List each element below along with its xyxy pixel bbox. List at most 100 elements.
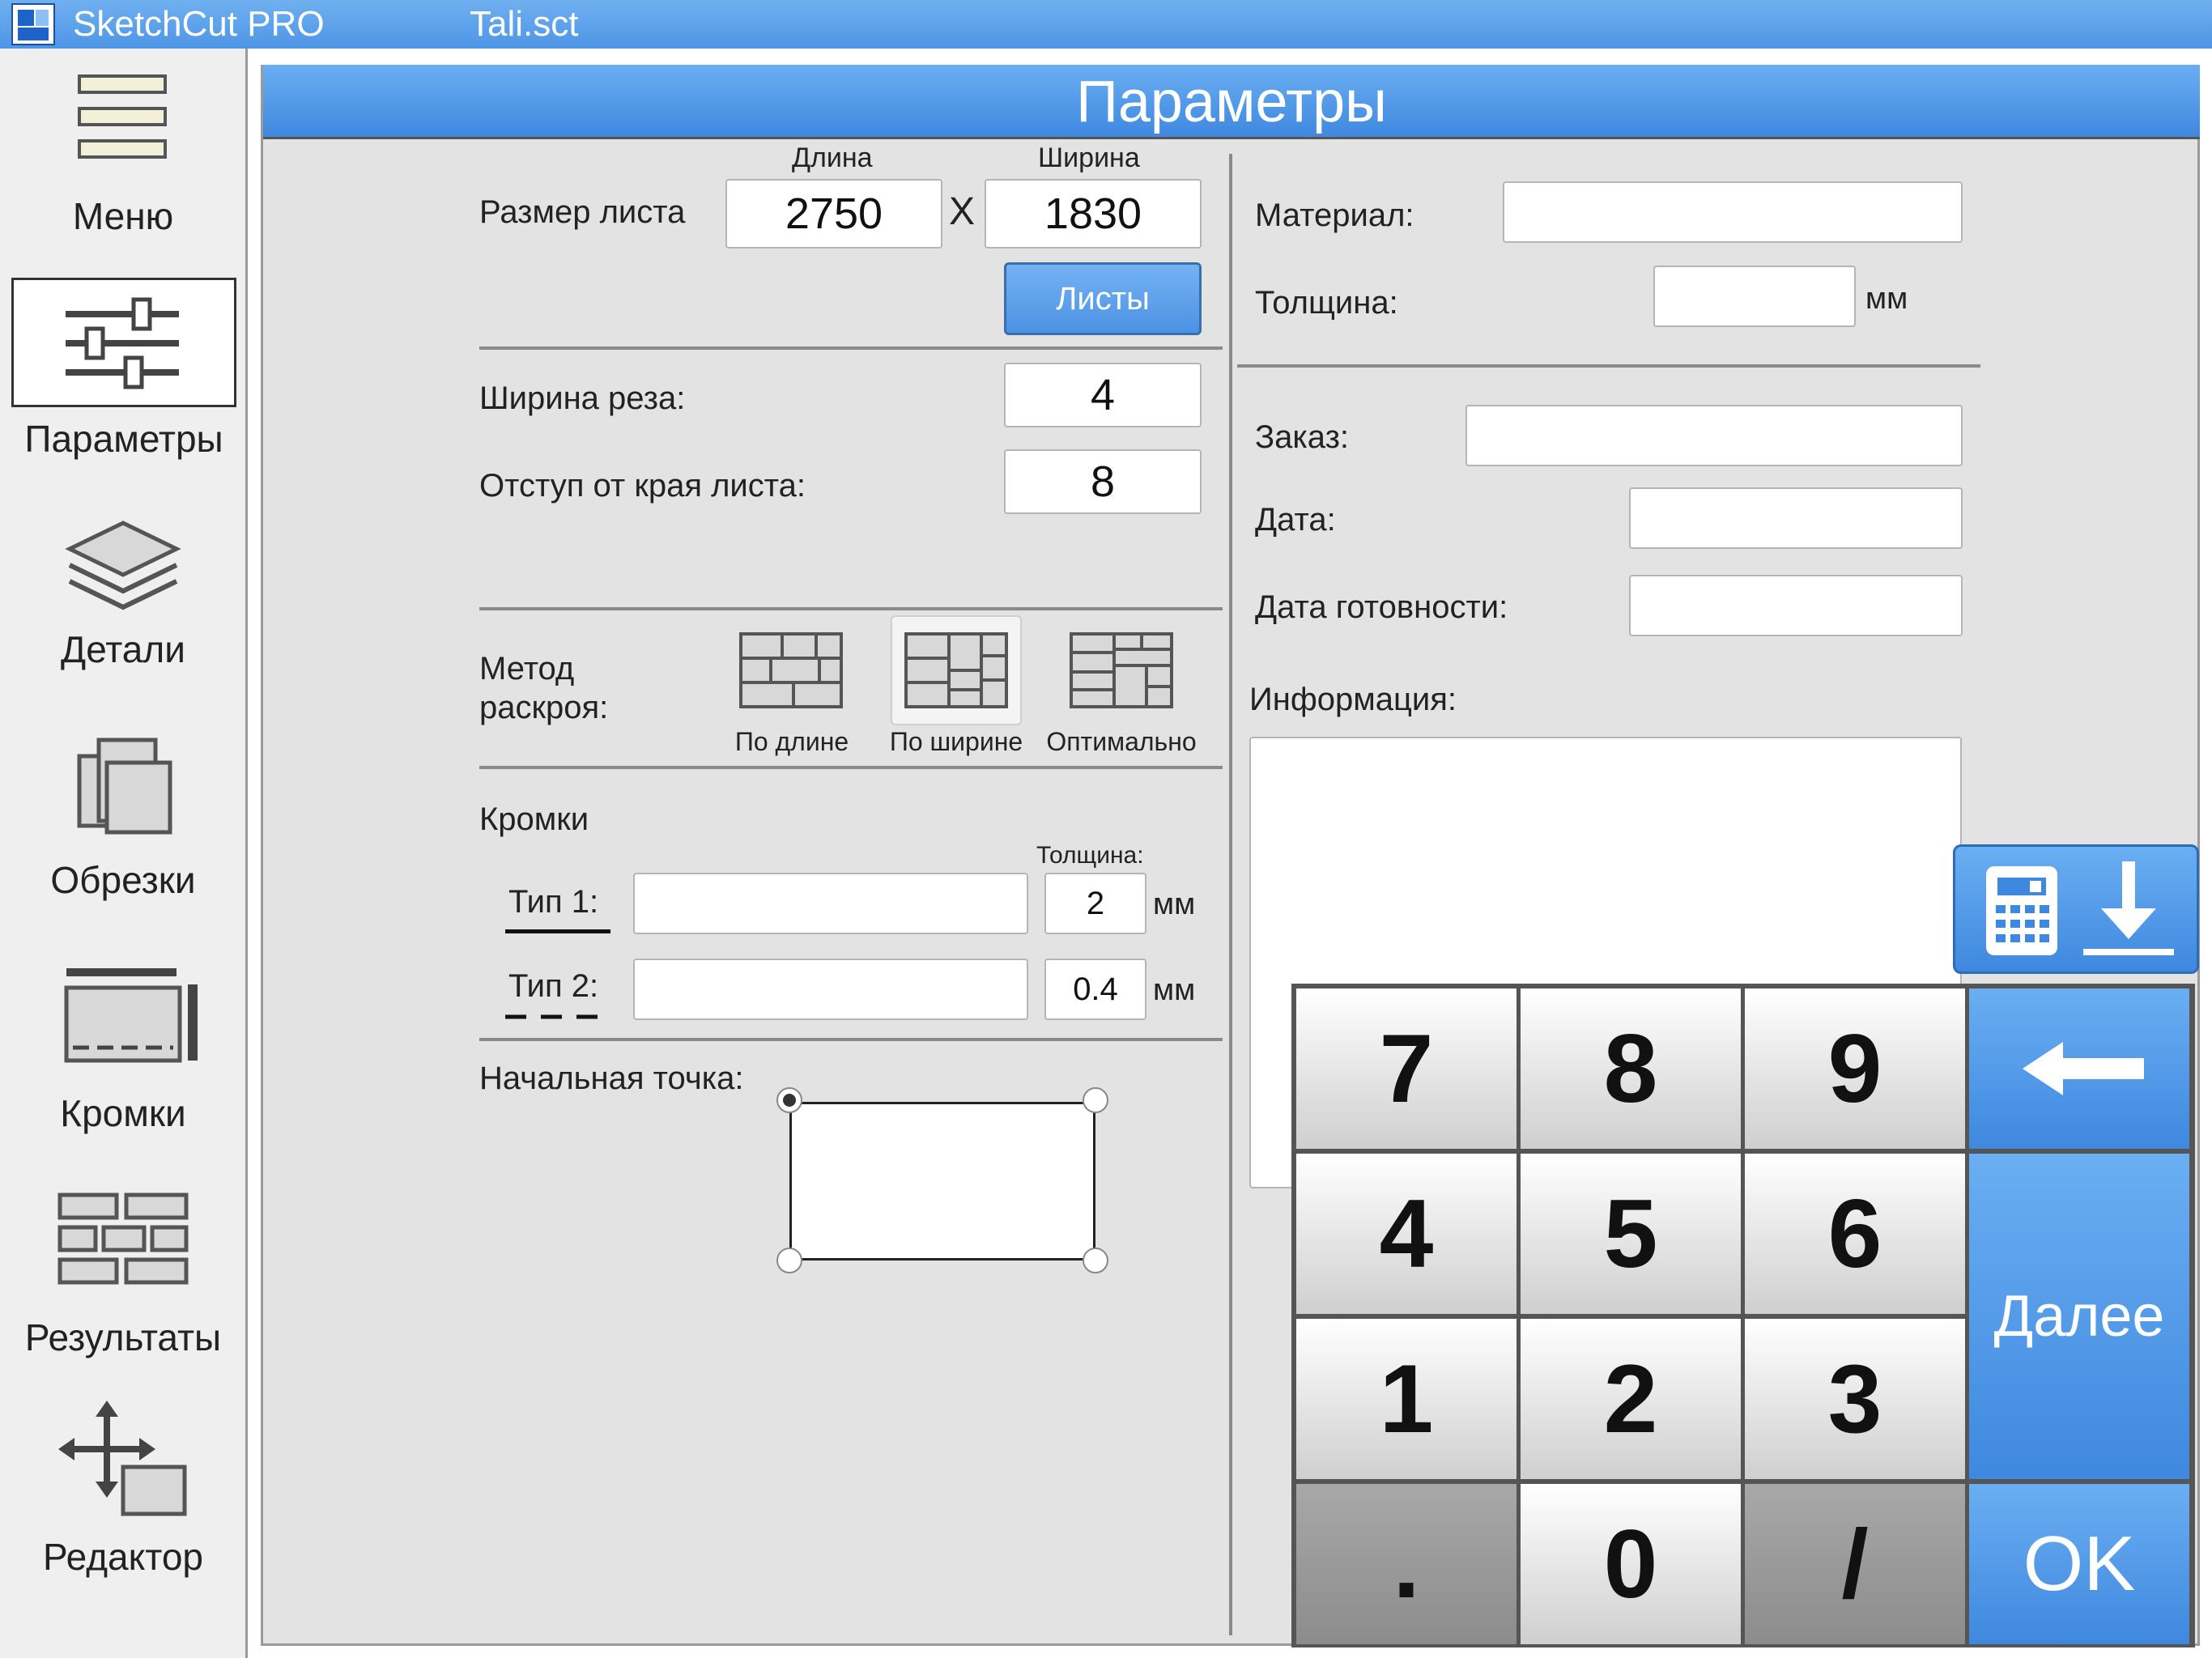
key-3[interactable]: 3 <box>1745 1319 1965 1479</box>
edge-type1-unit: мм <box>1153 887 1196 921</box>
arrow-left-icon <box>2023 1042 2144 1095</box>
material-thickness-label: Толщина: <box>1255 285 1398 321</box>
length-header: Длина <box>792 142 873 173</box>
kerf-input[interactable]: 4 <box>1004 363 1202 427</box>
edge-type2-input[interactable] <box>633 959 1028 1020</box>
cut-by-width-icon <box>904 632 1008 708</box>
edge-type2-dashed-line <box>505 1014 612 1019</box>
sidebar-item-edges[interactable]: Кромки <box>11 963 235 1182</box>
sidebar-item-label: Обрезки <box>50 859 196 901</box>
sidebar-item-label: Параметры <box>24 418 223 460</box>
key-5[interactable]: 5 <box>1521 1154 1741 1314</box>
edge-thickness-header: Толщина: <box>1036 842 1144 869</box>
sliders-icon <box>66 297 179 389</box>
edge-type1-thickness-input[interactable]: 2 <box>1044 873 1146 934</box>
key-2[interactable]: 2 <box>1521 1319 1741 1479</box>
date-input[interactable] <box>1629 487 1963 549</box>
layers-icon <box>65 521 181 610</box>
edge-type1-label: Тип 1: <box>508 884 599 920</box>
order-input[interactable] <box>1465 405 1963 466</box>
scraps-icon <box>77 738 172 835</box>
ok-key[interactable]: OK <box>1969 1484 2189 1644</box>
sidebar-item-label: Результаты <box>24 1316 222 1358</box>
margin-input[interactable]: 8 <box>1004 449 1202 514</box>
edge-type2-thickness-input[interactable]: 0.4 <box>1044 959 1146 1020</box>
results-grid-icon <box>57 1192 189 1285</box>
start-point-bottom-right[interactable] <box>1083 1248 1108 1273</box>
key-slash[interactable]: / <box>1745 1484 1965 1644</box>
method-label-line2: раскроя: <box>479 690 609 725</box>
material-input[interactable] <box>1503 181 1963 243</box>
sidebar: Меню Параметры Детали Обрезки Кромки Рез… <box>0 49 248 1658</box>
numeric-keypad: 7 8 9 4 5 6 Далее 1 2 3 . 0 / OK <box>1291 984 2195 1647</box>
calculator-hide-button[interactable] <box>1953 844 2199 974</box>
sidebar-item-details[interactable]: Детали <box>11 518 235 737</box>
start-point-bottom-left[interactable] <box>776 1248 802 1273</box>
sidebar-item-results[interactable]: Результаты <box>11 1190 235 1409</box>
key-7[interactable]: 7 <box>1296 988 1516 1149</box>
cut-optimal-icon <box>1070 632 1173 708</box>
method-option-label: По ширине <box>889 727 1023 756</box>
margin-label: Отступ от края листа: <box>479 468 806 504</box>
app-logo-icon <box>11 3 55 45</box>
menu-icon <box>78 74 167 159</box>
edge-type2-unit: мм <box>1153 973 1196 1007</box>
edges-title: Кромки <box>479 801 589 837</box>
key-8[interactable]: 8 <box>1521 988 1741 1149</box>
date-label: Дата: <box>1255 502 1336 538</box>
divider <box>479 607 1223 610</box>
column-divider <box>1229 154 1232 1635</box>
method-option-by-length[interactable]: По длине <box>719 620 865 758</box>
app-name: SketchCut PRO <box>73 4 325 44</box>
panel-title: Параметры <box>1076 70 1387 134</box>
edges-icon <box>64 968 198 1063</box>
material-label: Материал: <box>1255 198 1414 233</box>
divider <box>479 346 1223 350</box>
start-point-sheet <box>789 1102 1095 1261</box>
key-0[interactable]: 0 <box>1521 1484 1741 1644</box>
key-9[interactable]: 9 <box>1745 988 1965 1149</box>
method-label-line1: Метод <box>479 651 575 687</box>
key-dot[interactable]: . <box>1296 1484 1516 1644</box>
divider <box>479 766 1223 769</box>
method-option-by-width[interactable]: По ширине <box>883 620 1030 758</box>
sheet-size-label: Размер листа <box>479 194 686 230</box>
kerf-label: Ширина реза: <box>479 380 686 416</box>
edge-type2-label: Тип 2: <box>508 968 599 1004</box>
key-6[interactable]: 6 <box>1745 1154 1965 1314</box>
times-sign: X <box>949 190 976 233</box>
start-point-top-right[interactable] <box>1083 1087 1108 1113</box>
sidebar-item-parameters[interactable] <box>11 278 236 407</box>
sidebar-item-label: Кромки <box>60 1092 186 1134</box>
title-bar <box>0 0 2212 49</box>
sidebar-item-scraps[interactable]: Обрезки <box>11 737 235 955</box>
key-4[interactable]: 4 <box>1296 1154 1516 1314</box>
edge-type1-input[interactable] <box>633 873 1028 934</box>
method-option-label: По длине <box>734 727 849 756</box>
sidebar-item-label: Детали <box>61 628 185 670</box>
info-label: Информация: <box>1249 682 1457 717</box>
key-1[interactable]: 1 <box>1296 1319 1516 1479</box>
sidebar-item-editor[interactable]: Редактор <box>11 1401 235 1619</box>
file-name: Tali.sct <box>470 4 579 44</box>
start-point-top-left[interactable] <box>776 1087 802 1113</box>
method-option-optimal[interactable]: Оптимально <box>1044 620 1198 758</box>
sidebar-item-label: Редактор <box>42 1536 203 1578</box>
sheets-button[interactable]: Листы <box>1004 262 1202 335</box>
sheet-width-input[interactable]: 1830 <box>985 179 1202 249</box>
material-thickness-input[interactable] <box>1653 266 1856 327</box>
ready-date-input[interactable] <box>1629 575 1963 636</box>
sidebar-item-label: Меню <box>72 195 174 237</box>
start-point-label: Начальная точка: <box>479 1061 744 1096</box>
backspace-key[interactable] <box>1969 988 2189 1149</box>
next-key[interactable]: Далее <box>1969 1154 2189 1479</box>
move-editor-icon <box>58 1401 187 1516</box>
method-option-label: Оптимально <box>1046 727 1197 756</box>
order-label: Заказ: <box>1255 419 1350 455</box>
divider <box>479 1038 1223 1041</box>
sheet-length-input[interactable]: 2750 <box>725 179 942 249</box>
ready-date-label: Дата готовности: <box>1255 589 1508 625</box>
sidebar-item-menu[interactable]: Меню <box>11 65 235 283</box>
width-header: Ширина <box>1038 142 1140 173</box>
calculator-icon <box>1986 866 2057 955</box>
